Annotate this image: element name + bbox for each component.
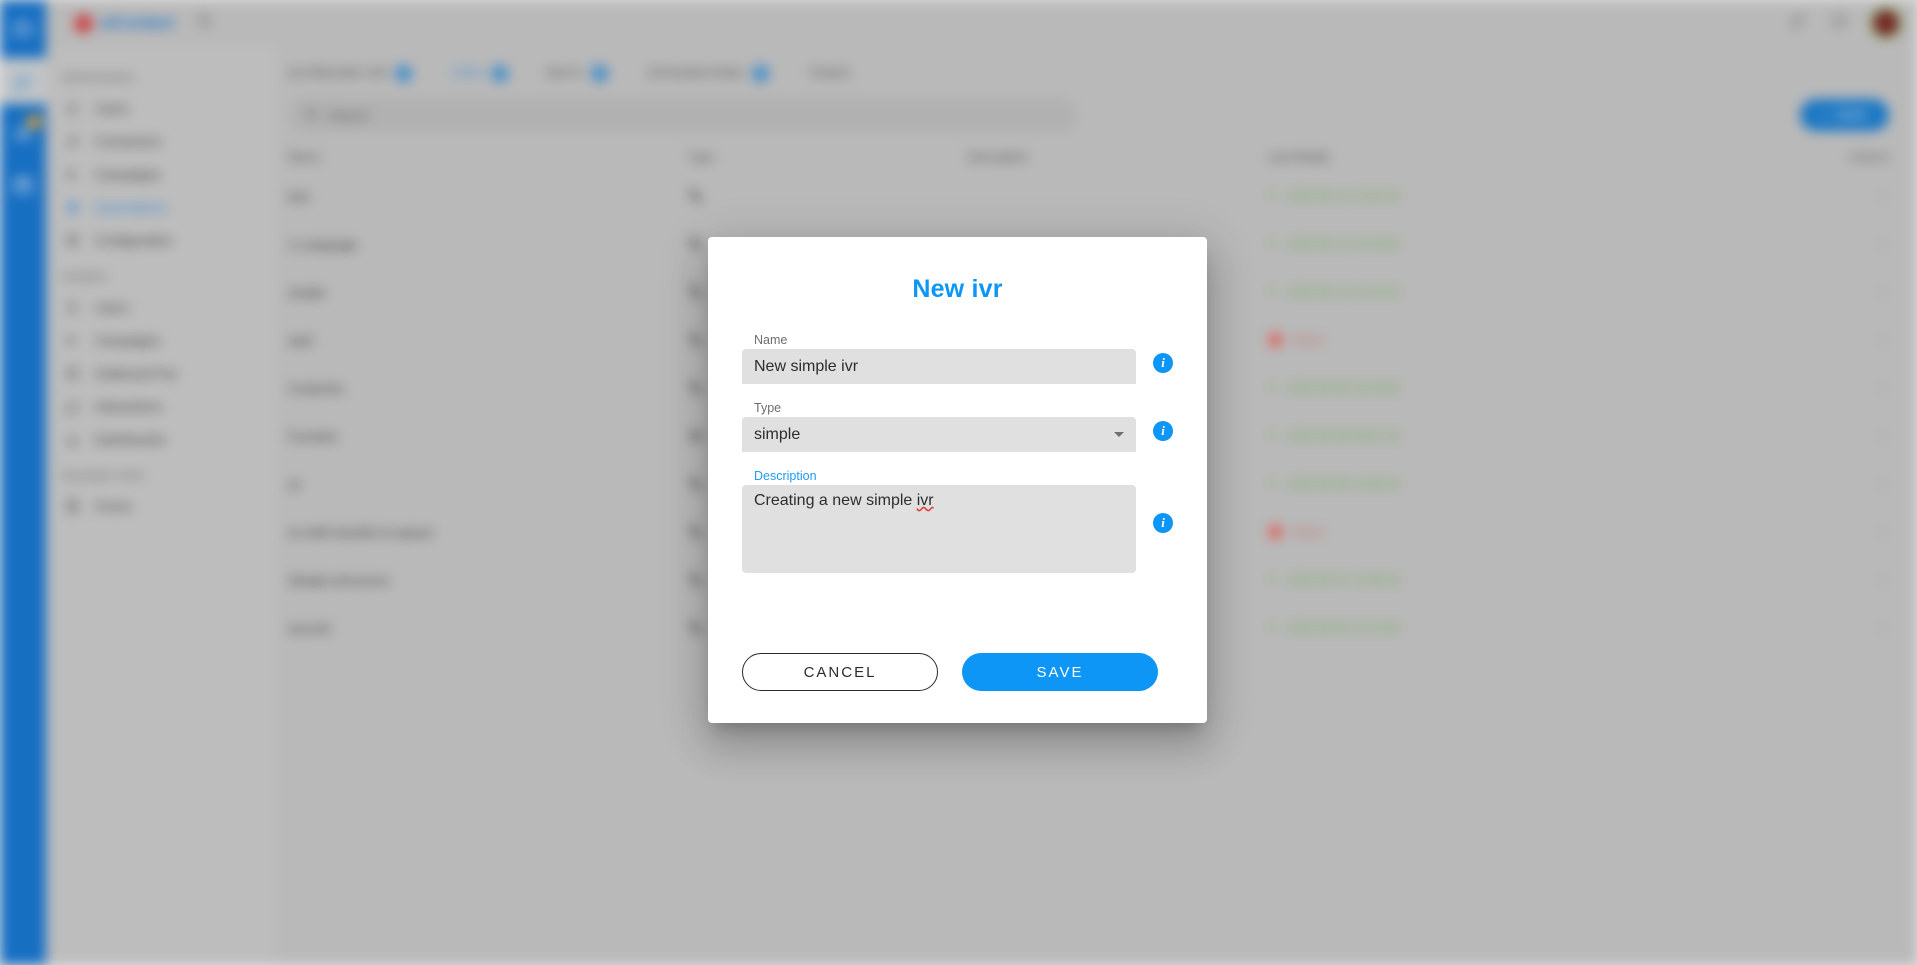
description-textarea[interactable]: Creating a new simple ivr: [742, 485, 1136, 573]
type-field[interactable]: Type simple: [742, 401, 1136, 452]
name-field-row: Name New simple ivr i: [742, 333, 1173, 384]
new-ivr-form: Name New simple ivr i Type simple i Desc…: [742, 304, 1173, 573]
modal-overlay[interactable]: New ivr Name New simple ivr i Type simpl…: [0, 0, 1917, 965]
info-icon[interactable]: i: [1153, 421, 1173, 441]
new-ivr-dialog: New ivr Name New simple ivr i Type simpl…: [708, 237, 1207, 723]
description-value-misspelled: ivr: [916, 492, 934, 509]
description-field-label: Description: [754, 469, 817, 483]
type-field-row: Type simple i: [742, 401, 1173, 452]
dialog-title: New ivr: [912, 275, 1003, 303]
description-value-prefix: Creating a new simple: [754, 492, 917, 509]
type-field-label: Type: [754, 401, 782, 415]
description-field[interactable]: Description Creating a new simple ivr: [742, 469, 1136, 573]
name-input-value: New simple ivr: [754, 357, 859, 375]
description-field-row: Description Creating a new simple ivr i: [742, 469, 1173, 573]
type-select[interactable]: simple: [742, 417, 1136, 452]
cancel-button[interactable]: CANCEL: [742, 653, 938, 691]
type-select-value: simple: [754, 425, 801, 443]
name-input[interactable]: New simple ivr: [742, 349, 1136, 384]
save-button[interactable]: SAVE: [962, 653, 1158, 691]
name-field-label: Name: [754, 333, 788, 347]
info-icon[interactable]: i: [1153, 513, 1173, 533]
info-icon[interactable]: i: [1153, 353, 1173, 373]
dialog-actions: CANCEL SAVE: [742, 653, 1173, 691]
chevron-down-icon[interactable]: [1114, 432, 1124, 437]
name-field[interactable]: Name New simple ivr: [742, 333, 1136, 384]
